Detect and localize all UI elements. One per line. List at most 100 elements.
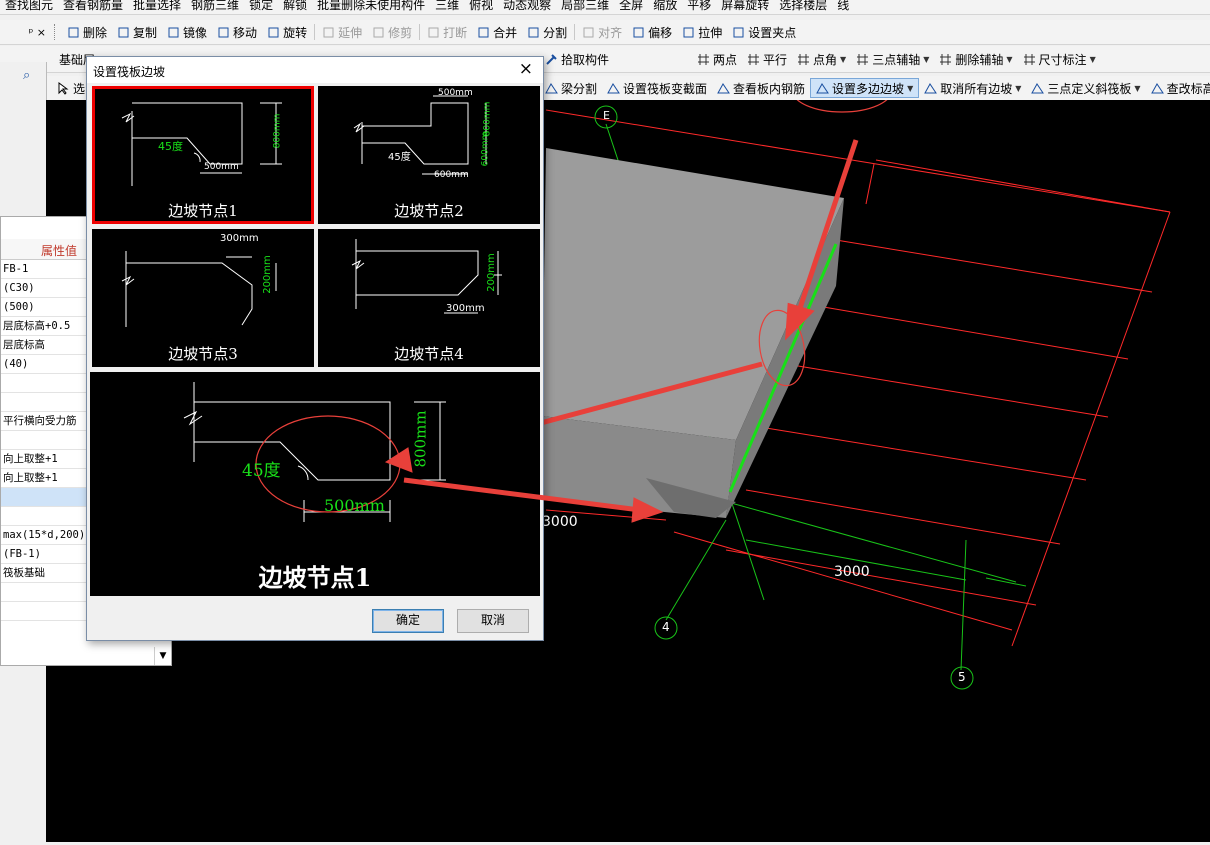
edit-tool-label: 设置夹点 — [748, 25, 797, 40]
top-tool-9[interactable]: 动态观察 — [498, 0, 556, 14]
grid-icon — [747, 53, 760, 66]
panel-pin[interactable]: ᵖ × — [0, 26, 52, 39]
slope-node-3-height: 200mm — [261, 255, 273, 294]
raft-tool-icon — [1031, 82, 1045, 95]
search-icon[interactable]: ⌕ — [23, 68, 30, 83]
axis-tool-2[interactable]: 点角 ▼ — [792, 49, 851, 69]
raft-tool-6[interactable]: 查改标高▼ — [1146, 78, 1210, 98]
top-tool-16[interactable]: 线 — [832, 0, 854, 14]
edit-tool-label: 删除 — [83, 25, 108, 40]
chevron-down-icon[interactable]: ▼ — [1090, 55, 1096, 64]
top-tool-1[interactable]: 查看钢筋量 — [58, 0, 128, 14]
chevron-down-icon[interactable]: ▼ — [907, 84, 913, 93]
raft-tool-label: 查看板内钢筋 — [733, 81, 806, 96]
chevron-down-icon[interactable]: ▼ — [1134, 84, 1140, 93]
dimension-label-2: 3000 — [834, 564, 870, 580]
edit-tool-9[interactable]: 分割 — [522, 22, 572, 42]
edit-tool-6[interactable]: 修剪 — [367, 22, 417, 42]
edit-tool-label: 镜像 — [183, 25, 208, 40]
raft-tool-icon — [607, 82, 620, 95]
pick-component-button[interactable]: 拾取构件 — [540, 49, 614, 69]
ok-button[interactable]: 确定 — [372, 609, 444, 633]
toolbar-edit: ᵖ × 删除 复制 镜像 移动 旋转 延伸 修剪 打断 合并 分割 对齐 偏移 拉伸 设置夹点 — [0, 20, 1210, 45]
grid-icon — [1023, 53, 1036, 66]
raft-tool-icon — [816, 82, 829, 95]
edit-tool-label: 移动 — [233, 25, 258, 40]
edit-tool-2[interactable]: 镜像 — [162, 22, 212, 42]
chevron-down-icon[interactable]: ▼ — [1006, 55, 1012, 64]
raft-tool-label: 三点定义斜筏板 — [1047, 81, 1132, 96]
top-tool-12[interactable]: 缩放 — [648, 0, 682, 14]
raft-tool-4[interactable]: 取消所有边坡 ▼ — [919, 78, 1026, 98]
top-tool-3[interactable]: 钢筋三维 — [186, 0, 244, 14]
edit-tool-5[interactable]: 延伸 — [317, 22, 367, 42]
axis-tool-3[interactable]: 三点辅轴 ▼ — [851, 49, 934, 69]
raft-tool-label: 取消所有边坡 — [940, 81, 1013, 96]
chevron-down-icon[interactable]: ▼ — [1015, 84, 1021, 93]
cancel-button[interactable]: 取消 — [457, 609, 529, 633]
slope-node-3-width: 300mm — [220, 233, 259, 244]
slope-node-4-option[interactable]: 300mm 200mm 边坡节点4 — [318, 229, 540, 367]
axis-tool-1[interactable]: 平行 — [742, 49, 792, 69]
chevron-down-icon[interactable]: ▼ — [840, 55, 846, 64]
top-tool-11[interactable]: 全屏 — [614, 0, 648, 14]
raft-tool-1[interactable]: 设置筏板变截面 — [602, 78, 712, 98]
top-tool-13[interactable]: 平移 — [682, 0, 716, 14]
select-label: 选 — [73, 81, 86, 96]
edit-tool-0[interactable]: 删除 — [62, 22, 112, 42]
axis-tool-4[interactable]: 删除辅轴 ▼ — [934, 49, 1017, 69]
edit-tool-10[interactable]: 对齐 — [577, 22, 627, 42]
tool-icon — [67, 26, 80, 39]
edit-tool-label: 打断 — [443, 25, 468, 40]
raft-tool-0[interactable]: 梁分割 — [540, 78, 602, 98]
raft-tool-label: 查改标高 — [1166, 81, 1210, 96]
edit-tool-label: 修剪 — [388, 25, 413, 40]
top-tool-5[interactable]: 解锁 — [278, 0, 312, 14]
tool-icon — [427, 26, 440, 39]
slope-node-3-option[interactable]: 300mm 200mm 边坡节点3 — [92, 229, 314, 367]
slope-node-2-option[interactable]: 500mm 800mm 45度 600mm 600mm 边坡节点2 — [318, 86, 540, 224]
top-tool-7[interactable]: 三维 — [430, 0, 464, 14]
select-button[interactable]: 选 — [52, 78, 90, 98]
tool-icon — [732, 26, 745, 39]
edit-tool-label: 合并 — [493, 25, 518, 40]
edit-tool-label: 拉伸 — [698, 25, 723, 40]
raft-tool-5[interactable]: 三点定义斜筏板 ▼ — [1026, 78, 1145, 98]
properties-dropdown[interactable]: ▼ — [154, 647, 171, 665]
top-tool-6[interactable]: 批量删除未使用构件 — [312, 0, 430, 14]
axis-tool-5[interactable]: 尺寸标注 ▼ — [1018, 49, 1101, 69]
edit-tool-3[interactable]: 移动 — [212, 22, 262, 42]
edit-tool-8[interactable]: 合并 — [472, 22, 522, 42]
axis-tool-label: 三点辅轴 — [872, 52, 921, 67]
axis-label-e: E — [603, 109, 610, 122]
edit-tool-1[interactable]: 复制 — [112, 22, 162, 42]
axis-tool-0[interactable]: 两点 — [692, 49, 742, 69]
raft-tool-3[interactable]: 设置多边边坡 ▼ — [810, 78, 920, 98]
preview-height: 800mm — [411, 410, 430, 468]
edit-tool-13[interactable]: 设置夹点 — [727, 22, 801, 42]
top-tool-2[interactable]: 批量选择 — [128, 0, 186, 14]
raft-tool-icon — [1150, 82, 1164, 95]
toolbar-top: 查找图元 查看钢筋量 批量选择 钢筋三维 锁定 解锁 批量删除未使用构件 三维 俯视 动态观察 局部… — [0, 0, 1210, 15]
preview-angle: 45度 — [242, 461, 281, 481]
dialog-title: 设置筏板边坡 — [93, 65, 166, 79]
top-tool-0[interactable]: 查找图元 — [0, 0, 58, 14]
edit-tool-7[interactable]: 打断 — [422, 22, 472, 42]
edit-tool-12[interactable]: 拉伸 — [677, 22, 727, 42]
chevron-down-icon[interactable]: ▼ — [923, 55, 929, 64]
top-tool-10[interactable]: 局部三维 — [556, 0, 614, 14]
top-tool-14[interactable]: 屏幕旋转 — [716, 0, 774, 14]
slope-preview: 45度 500mm 800mm 边坡节点1 — [90, 372, 540, 596]
edit-tool-4[interactable]: 旋转 — [262, 22, 312, 42]
slope-node-1-option[interactable]: 45度 500mm 800mm 边坡节点1 — [92, 86, 314, 224]
close-icon[interactable]: × — [519, 59, 533, 79]
top-tool-15[interactable]: 选择楼层 — [774, 0, 832, 14]
slope-node-2-depth: 600mm — [480, 131, 491, 167]
axis-tool-label: 删除辅轴 — [955, 52, 1004, 67]
top-tool-4[interactable]: 锁定 — [244, 0, 278, 14]
tool-icon — [582, 26, 595, 39]
raft-tool-2[interactable]: 查看板内钢筋 — [712, 78, 810, 98]
edit-tool-11[interactable]: 偏移 — [627, 22, 677, 42]
top-tool-8[interactable]: 俯视 — [464, 0, 498, 14]
edit-tool-label: 复制 — [133, 25, 158, 40]
